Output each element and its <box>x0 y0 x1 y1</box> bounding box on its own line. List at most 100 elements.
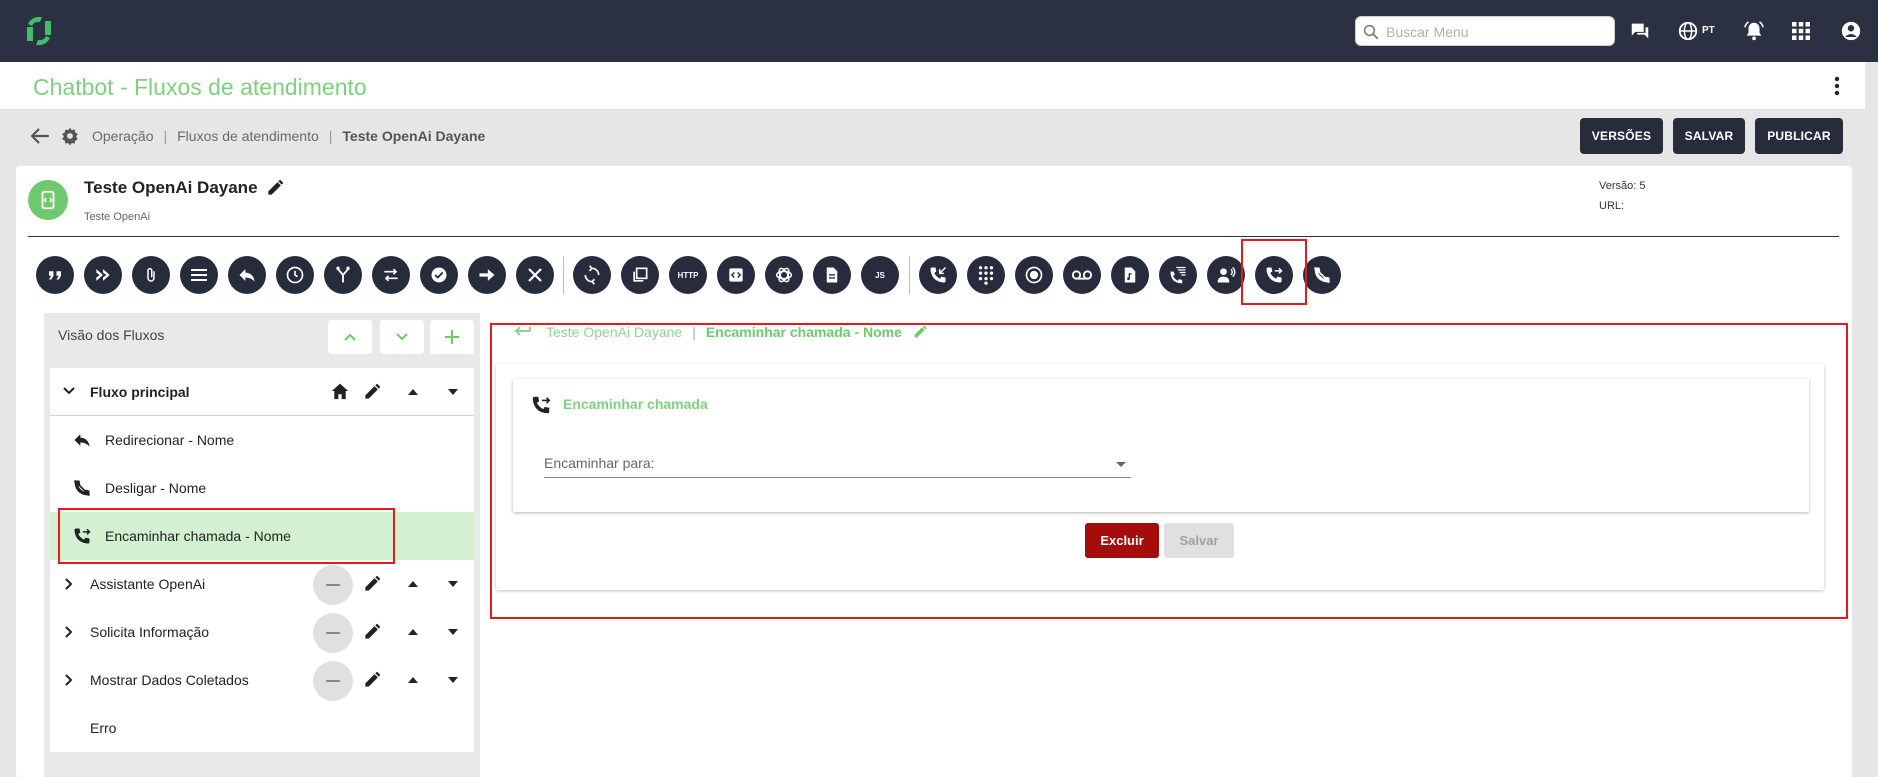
flow-item-label: Redirecionar - Nome <box>105 432 235 448</box>
move-down-button[interactable] <box>380 320 424 354</box>
phone-incoming-icon[interactable] <box>919 256 957 294</box>
js-icon[interactable]: JS <box>861 256 899 294</box>
add-flow-button[interactable] <box>430 320 474 354</box>
phone-hangup-icon <box>72 478 92 498</box>
clock-icon[interactable] <box>276 256 314 294</box>
subflow-row-solicita[interactable]: Solicita Informação <box>50 608 474 656</box>
home-icon[interactable] <box>330 382 350 400</box>
http-icon[interactable]: HTTP <box>669 256 707 294</box>
subflow-status-icon[interactable] <box>313 565 353 605</box>
app-logo-icon[interactable] <box>20 12 58 50</box>
subflow-name: Assistante OpenAi <box>90 576 206 592</box>
reply-icon[interactable] <box>228 256 266 294</box>
edit-icon[interactable] <box>362 382 382 402</box>
settings-gear-icon[interactable] <box>60 126 80 146</box>
subflow-status-icon[interactable] <box>313 661 353 701</box>
edit-icon[interactable] <box>362 670 382 690</box>
breadcrumb-item-operacao[interactable]: Operação <box>92 128 153 144</box>
voicemail-icon[interactable] <box>1063 256 1101 294</box>
flow-item-label: Desligar - Nome <box>105 480 207 496</box>
flows-panel-title: Visão dos Fluxos <box>58 327 165 343</box>
caret-up-icon[interactable] <box>408 629 418 635</box>
check-circle-icon[interactable] <box>420 256 458 294</box>
quote-icon[interactable] <box>36 256 74 294</box>
sync-icon[interactable] <box>573 256 611 294</box>
caret-up-icon[interactable] <box>408 389 418 395</box>
version-label: Versão: 5 <box>1599 180 1646 192</box>
chevron-right-icon[interactable] <box>65 674 73 686</box>
branch-icon[interactable] <box>324 256 362 294</box>
subflow-row-mostrar[interactable]: Mostrar Dados Coletados <box>50 656 474 704</box>
user-account-icon[interactable] <box>1837 17 1865 45</box>
audio-file-icon[interactable] <box>1111 256 1149 294</box>
swap-icon[interactable] <box>372 256 410 294</box>
dialpad-icon[interactable] <box>967 256 1005 294</box>
subflow-name: Mostrar Dados Coletados <box>90 672 249 688</box>
flow-item-desligar[interactable]: Desligar - Nome <box>50 464 474 512</box>
edit-flow-name-icon[interactable] <box>265 178 285 198</box>
record-icon[interactable] <box>1015 256 1053 294</box>
language-code[interactable]: PT <box>1702 25 1715 36</box>
phone-hangup-icon[interactable] <box>1303 256 1341 294</box>
breadcrumb: Operação | Fluxos de atendimento | Teste… <box>30 124 485 148</box>
search-box[interactable] <box>1355 16 1615 46</box>
subflow-name: Solicita Informação <box>90 624 210 640</box>
globe-icon[interactable] <box>1674 17 1702 45</box>
caret-up-icon[interactable] <box>408 677 418 683</box>
search-input[interactable] <box>1386 21 1608 43</box>
url-label: URL: <box>1599 200 1625 212</box>
document-icon[interactable] <box>813 256 851 294</box>
flow-name-label: Fluxo principal <box>90 384 190 400</box>
flow-description: Teste OpenAi <box>84 211 151 223</box>
caret-up-icon[interactable] <box>408 581 418 587</box>
caret-down-icon[interactable] <box>448 389 458 395</box>
caret-down-icon[interactable] <box>448 581 458 587</box>
publish-button[interactable]: PUBLICAR <box>1755 118 1843 154</box>
divider <box>28 236 1839 237</box>
attachment-icon[interactable] <box>132 256 170 294</box>
highlight-editor-area <box>490 323 1848 619</box>
flow-row-erro[interactable]: Erro <box>50 704 474 752</box>
more-options-icon[interactable] <box>1833 76 1841 96</box>
copy-icon[interactable] <box>621 256 659 294</box>
arrow-right-icon[interactable] <box>468 256 506 294</box>
breadcrumb-item-fluxos[interactable]: Fluxos de atendimento <box>177 128 319 144</box>
menu-icon[interactable] <box>180 256 218 294</box>
flow-item-redirecionar[interactable]: Redirecionar - Nome <box>50 416 474 464</box>
notifications-icon[interactable] <box>1740 17 1768 45</box>
search-icon <box>1362 23 1380 41</box>
flow-name: Teste OpenAi Dayane <box>84 178 258 197</box>
double-chevron-icon[interactable] <box>84 256 122 294</box>
js-label: JS <box>875 270 885 280</box>
edit-icon[interactable] <box>362 574 382 594</box>
chevron-down-icon[interactable] <box>62 386 76 396</box>
openai-icon[interactable] <box>765 256 803 294</box>
http-label: HTTP <box>677 270 699 280</box>
top-navbar: PT <box>0 0 1878 62</box>
flow-name-label: Erro <box>90 720 117 736</box>
versions-button[interactable]: VERSÕES <box>1580 118 1663 154</box>
caret-down-icon[interactable] <box>448 629 458 635</box>
flow-row-main[interactable]: Fluxo principal <box>50 368 474 416</box>
toolbar-separator <box>909 256 910 294</box>
chevron-right-icon[interactable] <box>65 626 73 638</box>
back-arrow-icon[interactable] <box>30 127 50 145</box>
save-flow-button[interactable]: SALVAR <box>1673 118 1745 154</box>
code-icon[interactable] <box>717 256 755 294</box>
toolbar-separator <box>563 256 564 294</box>
apps-grid-icon[interactable] <box>1787 17 1815 45</box>
subflow-row-openai[interactable]: Assistante OpenAi <box>50 560 474 608</box>
breadcrumb-separator: | <box>328 128 333 144</box>
breadcrumb-current: Teste OpenAi Dayane <box>342 128 486 144</box>
highlight-selected-node <box>58 508 395 564</box>
chevron-right-icon[interactable] <box>65 578 73 590</box>
move-up-button[interactable] <box>328 320 372 354</box>
voice-speaker-icon[interactable] <box>1207 256 1245 294</box>
breadcrumb-separator: | <box>163 128 168 144</box>
phone-menu-icon[interactable] <box>1159 256 1197 294</box>
edit-icon[interactable] <box>362 622 382 642</box>
close-icon[interactable] <box>516 256 554 294</box>
subflow-status-icon[interactable] <box>313 613 353 653</box>
caret-down-icon[interactable] <box>448 677 458 683</box>
chat-icon[interactable] <box>1626 17 1654 45</box>
